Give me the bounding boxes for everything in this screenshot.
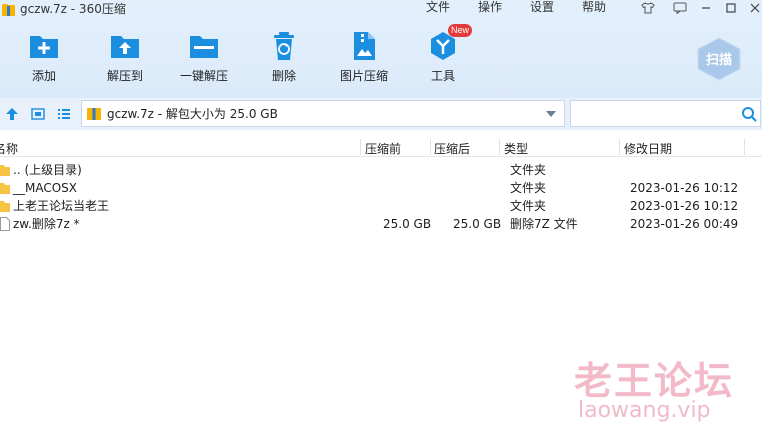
new-badge: New bbox=[448, 24, 472, 37]
maximize-icon[interactable] bbox=[720, 0, 742, 16]
item-type: 删除7Z 文件 bbox=[510, 217, 578, 231]
minimize-icon[interactable] bbox=[695, 0, 717, 16]
item-name: __MACOSX bbox=[13, 181, 78, 195]
extract-to-label: 解压到 bbox=[106, 69, 143, 83]
item-name: zw.删除7z * bbox=[13, 217, 80, 231]
menu-help[interactable]: 帮助 bbox=[582, 0, 606, 16]
scan-label[interactable]: 扫描 bbox=[696, 49, 742, 68]
path-text: gczw.7z - 解包大小为 25.0 GB bbox=[107, 107, 278, 121]
item-date: 2023-01-26 10:12 bbox=[630, 181, 739, 195]
search-box[interactable] bbox=[570, 100, 761, 127]
search-input[interactable] bbox=[577, 106, 737, 122]
extract-to-button[interactable]: 解压到 bbox=[103, 30, 147, 90]
add-label: 添加 bbox=[31, 69, 56, 83]
add-button[interactable]: 添加 bbox=[26, 30, 62, 90]
watermark-url: laowang.vip bbox=[578, 398, 711, 423]
item-type: 文件夹 bbox=[510, 181, 547, 195]
window-title: gczw.7z - 360压缩 bbox=[20, 2, 126, 16]
col-divider[interactable] bbox=[430, 139, 431, 155]
item-name: .. (上级目录) bbox=[13, 163, 82, 177]
col-modified[interactable]: 修改日期 bbox=[624, 140, 672, 157]
item-size-after: 25.0 GB bbox=[453, 217, 502, 231]
col-size-after[interactable]: 压缩后 bbox=[434, 140, 470, 157]
list-item[interactable]: __MACOSX 文件夹 2023-01-26 10:12 bbox=[0, 179, 762, 197]
col-divider[interactable] bbox=[499, 139, 500, 155]
one-click-extract-label: 一键解压 bbox=[179, 69, 228, 83]
menu-settings[interactable]: 设置 bbox=[530, 0, 554, 16]
image-compress-button[interactable]: 图片压缩 bbox=[338, 30, 390, 90]
menu-operate[interactable]: 操作 bbox=[478, 0, 502, 16]
item-type: 文件夹 bbox=[510, 163, 547, 177]
col-type[interactable]: 类型 bbox=[504, 140, 528, 157]
one-click-extract-button[interactable]: 一键解压 bbox=[178, 30, 230, 90]
path-dropdown-icon[interactable] bbox=[546, 111, 556, 117]
tools-label: 工具 bbox=[430, 69, 455, 83]
col-divider[interactable] bbox=[360, 139, 361, 155]
add-icon bbox=[30, 36, 58, 58]
item-date: 2023-01-26 00:49 bbox=[630, 217, 739, 231]
app-logo-icon bbox=[2, 4, 15, 16]
watermark-title: 老王论坛 bbox=[574, 359, 735, 403]
close-icon[interactable] bbox=[744, 0, 762, 16]
image-compress-icon bbox=[354, 32, 375, 60]
column-header: 名称 压缩前 压缩后 类型 修改日期 bbox=[0, 137, 762, 157]
delete-icon bbox=[274, 32, 294, 60]
item-date: 2023-01-26 10:12 bbox=[630, 199, 739, 213]
tools-button[interactable]: 工具 bbox=[425, 30, 461, 90]
archive-icon bbox=[87, 108, 101, 120]
delete-button[interactable]: 删除 bbox=[266, 30, 302, 90]
list-item[interactable]: 上老王论坛当老王 文件夹 2023-01-26 10:12 bbox=[0, 197, 762, 215]
one-click-extract-icon bbox=[190, 36, 218, 58]
thumbnail-view-icon[interactable] bbox=[31, 107, 45, 121]
item-size-before: 25.0 GB bbox=[383, 217, 432, 231]
image-compress-label: 图片压缩 bbox=[339, 69, 388, 83]
file-icon bbox=[0, 217, 10, 231]
folder-icon bbox=[0, 201, 10, 212]
feedback-chat-icon[interactable] bbox=[669, 0, 691, 16]
menu-file[interactable]: 文件 bbox=[426, 0, 450, 16]
col-divider[interactable] bbox=[744, 139, 745, 155]
col-divider[interactable] bbox=[619, 139, 620, 155]
folder-icon bbox=[0, 183, 10, 194]
list-item[interactable]: zw.删除7z * 25.0 GB 25.0 GB 删除7Z 文件 2023-0… bbox=[0, 215, 762, 233]
skin-shirt-icon[interactable] bbox=[637, 0, 659, 16]
col-name[interactable]: 名称 bbox=[0, 140, 18, 157]
extract-to-icon bbox=[111, 36, 139, 58]
path-field[interactable]: gczw.7z - 解包大小为 25.0 GB bbox=[81, 100, 565, 127]
up-arrow-icon[interactable] bbox=[5, 107, 19, 121]
item-name: 上老王论坛当老王 bbox=[13, 199, 110, 213]
list-view-icon[interactable] bbox=[57, 107, 71, 121]
list-item[interactable]: .. (上级目录) 文件夹 bbox=[0, 161, 762, 179]
delete-label: 删除 bbox=[271, 69, 296, 83]
folder-icon bbox=[0, 165, 10, 176]
col-size-before[interactable]: 压缩前 bbox=[365, 140, 401, 157]
search-icon[interactable] bbox=[741, 106, 757, 122]
item-type: 文件夹 bbox=[510, 199, 547, 213]
